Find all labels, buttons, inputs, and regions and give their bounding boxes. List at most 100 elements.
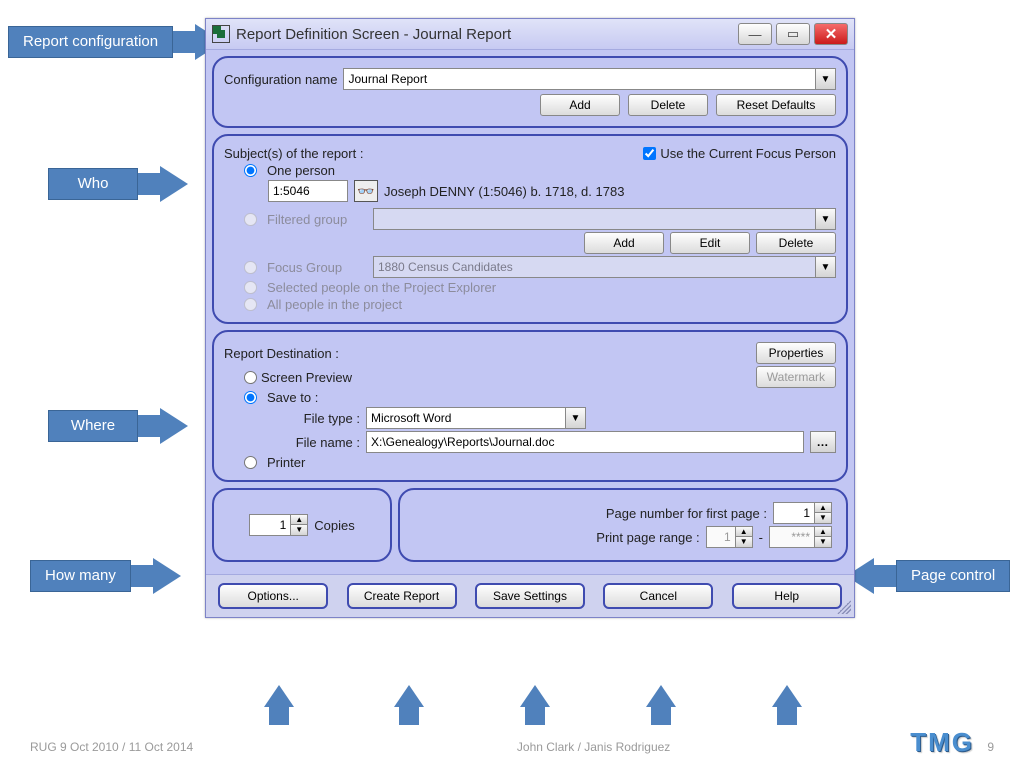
arrow-up-icon: [520, 685, 550, 707]
copies-spinner[interactable]: ▲▼: [249, 514, 308, 536]
window-title: Report Definition Screen - Journal Repor…: [236, 26, 734, 43]
config-name-label: Configuration name: [224, 72, 337, 87]
arrow-right-icon: [160, 408, 188, 444]
focus-group-input: [373, 256, 816, 278]
destination-section: Report Destination : Properties Screen P…: [212, 330, 848, 482]
bottom-button-bar: Options... Create Report Save Settings C…: [206, 574, 854, 617]
arrow-cancel: [646, 685, 676, 725]
callout-pagectrl: Page control: [846, 558, 1010, 594]
range-label: Print page range :: [596, 530, 699, 545]
up-icon[interactable]: ▲: [291, 515, 307, 525]
cancel-button[interactable]: Cancel: [603, 583, 713, 609]
filtered-group-label: Filtered group: [267, 212, 367, 227]
chevron-down-icon: ▼: [816, 208, 836, 230]
browse-button[interactable]: …: [810, 431, 836, 453]
all-people-radio: [244, 298, 257, 311]
close-button[interactable]: ✕: [814, 23, 848, 45]
person-id-input[interactable]: [268, 180, 348, 202]
app-icon: [212, 25, 230, 43]
use-focus-checkbox[interactable]: [643, 147, 656, 160]
chevron-down-icon: ▼: [816, 256, 836, 278]
tmg-logo: TMG: [910, 727, 974, 758]
footer-pagenum: 9: [987, 740, 994, 754]
up-icon: ▲: [736, 527, 752, 537]
resize-grip-icon[interactable]: [837, 600, 851, 614]
callout-label: How many: [30, 560, 131, 591]
arrow-up-icon: [394, 685, 424, 707]
filename-input[interactable]: [366, 431, 804, 453]
focus-group-label: Focus Group: [267, 260, 367, 275]
create-report-button[interactable]: Create Report: [347, 583, 457, 609]
range-to-spinner[interactable]: ▲▼: [769, 526, 832, 548]
up-icon[interactable]: ▲: [815, 503, 831, 513]
watermark-button: Watermark: [756, 366, 836, 388]
callout-who: Who: [48, 166, 188, 202]
filename-label: File name :: [284, 435, 360, 450]
down-icon[interactable]: ▼: [291, 525, 307, 535]
callout-label: Where: [48, 410, 138, 441]
slide-footer: RUG 9 Oct 2010 / 11 Oct 2014 John Clark …: [0, 740, 1024, 754]
arrow-options: [264, 685, 294, 725]
copies-label: Copies: [314, 518, 354, 533]
callout-label: Page control: [896, 560, 1010, 591]
printer-label: Printer: [267, 455, 305, 470]
callout-where: Where: [48, 408, 188, 444]
config-name-input[interactable]: [343, 68, 816, 90]
focus-group-radio: [244, 261, 257, 274]
filetype-input[interactable]: [366, 407, 566, 429]
callout-howmany: How many: [30, 558, 181, 594]
copies-input[interactable]: [250, 515, 290, 535]
range-from-spinner[interactable]: ▲▼: [706, 526, 753, 548]
options-button[interactable]: Options...: [218, 583, 328, 609]
down-icon: ▼: [736, 537, 752, 547]
all-people-label: All people in the project: [267, 297, 402, 312]
fg-add-button[interactable]: Add: [584, 232, 664, 254]
fg-edit-button[interactable]: Edit: [670, 232, 750, 254]
saveto-label: Save to :: [267, 390, 318, 405]
footer-left: RUG 9 Oct 2010 / 11 Oct 2014: [30, 740, 193, 754]
filetype-label: File type :: [284, 411, 360, 426]
callout-label: Report configuration: [8, 26, 173, 57]
maximize-button[interactable]: ▭: [776, 23, 810, 45]
report-definition-dialog: Report Definition Screen - Journal Repor…: [205, 18, 855, 618]
saveto-radio[interactable]: [244, 391, 257, 404]
printer-radio[interactable]: [244, 456, 257, 469]
arrow-create: [394, 685, 424, 725]
range-from-input: [707, 527, 735, 547]
delete-config-button[interactable]: Delete: [628, 94, 708, 116]
help-button[interactable]: Help: [732, 583, 842, 609]
use-focus-label: Use the Current Focus Person: [660, 146, 836, 161]
dest-title: Report Destination :: [224, 346, 339, 361]
screen-preview-radio[interactable]: [244, 371, 257, 384]
callout-config: Report configuration: [8, 24, 223, 60]
first-page-label: Page number for first page :: [606, 506, 767, 521]
selected-pe-radio: [244, 281, 257, 294]
first-page-input[interactable]: [774, 503, 814, 523]
footer-center: John Clark / Janis Rodriguez: [193, 740, 994, 754]
chevron-down-icon[interactable]: ▼: [816, 68, 836, 90]
titlebar: Report Definition Screen - Journal Repor…: [206, 19, 854, 50]
subjects-section: Subject(s) of the report : Use the Curre…: [212, 134, 848, 324]
one-person-label: One person: [267, 163, 335, 178]
one-person-radio[interactable]: [244, 164, 257, 177]
selected-pe-label: Selected people on the Project Explorer: [267, 280, 496, 295]
properties-button[interactable]: Properties: [756, 342, 836, 364]
pages-section: Page number for first page : ▲▼ Print pa…: [398, 488, 848, 562]
first-page-spinner[interactable]: ▲▼: [773, 502, 832, 524]
screen-preview-label: Screen Preview: [261, 370, 352, 385]
range-to-input: [770, 527, 814, 547]
minimize-button[interactable]: —: [738, 23, 772, 45]
up-icon: ▲: [815, 527, 831, 537]
arrow-save: [520, 685, 550, 725]
down-icon[interactable]: ▼: [815, 513, 831, 523]
filtered-group-input: [373, 208, 816, 230]
arrow-help: [772, 685, 802, 725]
copies-section: ▲▼ Copies: [212, 488, 392, 562]
chevron-down-icon[interactable]: ▼: [566, 407, 586, 429]
add-config-button[interactable]: Add: [540, 94, 620, 116]
fg-delete-button[interactable]: Delete: [756, 232, 836, 254]
binoculars-icon[interactable]: 👓: [354, 180, 378, 202]
save-settings-button[interactable]: Save Settings: [475, 583, 585, 609]
down-icon: ▼: [815, 537, 831, 547]
reset-defaults-button[interactable]: Reset Defaults: [716, 94, 836, 116]
